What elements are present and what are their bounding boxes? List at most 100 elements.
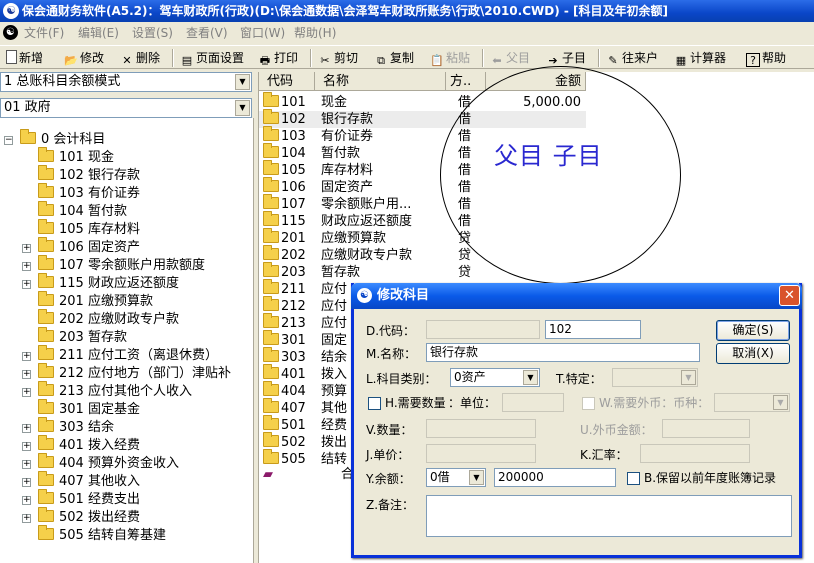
- ok-button[interactable]: 确定(S): [716, 320, 790, 341]
- expand-icon[interactable]: +: [22, 388, 31, 397]
- mode-select[interactable]: 1 总账科目余额模式 ▼: [0, 72, 252, 92]
- menu-file[interactable]: 文件(F): [24, 22, 64, 44]
- title-bar: ☯ 保会通财务软件(A5.2)：驾车财政所(行政)(D:\保会通数据\会泽驾车财…: [0, 0, 814, 22]
- column-header-name[interactable]: 名称: [315, 72, 446, 91]
- folder-icon: [38, 363, 54, 378]
- expand-icon[interactable]: +: [22, 280, 31, 289]
- row-code-text: 203: [281, 265, 306, 280]
- row-name: 结余: [321, 349, 347, 366]
- new-button[interactable]: 新增: [6, 48, 43, 68]
- folder-icon: [38, 201, 54, 216]
- folder-icon: [263, 245, 279, 260]
- chevron-down-icon[interactable]: ▼: [523, 370, 538, 385]
- keep-history-checkbox[interactable]: [627, 472, 640, 485]
- expand-icon[interactable]: +: [22, 478, 31, 487]
- expand-icon[interactable]: +: [22, 496, 31, 505]
- row-name-text: 暂付款: [321, 146, 361, 161]
- tree-item-label: 102 银行存款: [59, 168, 140, 183]
- system-menu-icon[interactable]: ☯: [3, 25, 18, 40]
- row-name-text: 结转: [321, 452, 348, 467]
- folder-icon: [38, 219, 54, 234]
- folder-icon: [263, 415, 279, 430]
- dialog-titlebar: ☯ 修改科目 ✕: [351, 283, 802, 309]
- folder-icon: [263, 347, 279, 362]
- note-field[interactable]: [426, 495, 792, 537]
- folder-icon: [263, 364, 279, 379]
- folder-icon: [263, 211, 279, 226]
- child-button[interactable]: ➔ 子目: [546, 48, 586, 68]
- row-direction-text: 贷: [458, 265, 472, 280]
- row-name: 财政应返还额度: [321, 213, 412, 230]
- collapse-icon[interactable]: −: [4, 136, 13, 145]
- copy-button[interactable]: ⧉ 复制: [374, 48, 414, 68]
- tree-item-label: 107 零余额账户用款额度: [59, 258, 205, 273]
- app-icon: ☯: [3, 3, 19, 19]
- help-button[interactable]: ? 帮助: [746, 48, 786, 68]
- folder-icon: [263, 177, 279, 192]
- row-code-text: 404: [281, 384, 306, 399]
- menu-edit[interactable]: 编辑(E): [78, 22, 119, 44]
- menu-settings[interactable]: 设置(S): [132, 22, 173, 44]
- row-code-text: 103: [281, 129, 306, 144]
- expand-icon[interactable]: +: [22, 262, 31, 271]
- print-button[interactable]: 🖶 打印: [258, 48, 298, 68]
- page-setup-button[interactable]: ▤ 页面设置: [180, 48, 244, 68]
- cut-button[interactable]: ✂ 剪切: [318, 48, 358, 68]
- printer-icon: 🖶: [259, 54, 271, 67]
- type-select[interactable]: 0资产 ▼: [450, 368, 540, 387]
- row-name: 固定资产: [321, 179, 373, 196]
- menu-help[interactable]: 帮助(H): [294, 22, 336, 44]
- copy-icon: ⧉: [377, 54, 385, 67]
- row-code-text: 105: [281, 163, 306, 178]
- menu-view[interactable]: 查看(V): [186, 22, 228, 44]
- expand-icon[interactable]: +: [22, 244, 31, 253]
- cancel-button[interactable]: 取消(X): [716, 343, 790, 364]
- expand-icon[interactable]: +: [22, 460, 31, 469]
- expand-icon[interactable]: +: [22, 424, 31, 433]
- expand-icon[interactable]: +: [22, 514, 31, 523]
- row-name-text: 暂存款: [321, 265, 361, 280]
- account-button[interactable]: ✎ 往来户: [606, 48, 658, 68]
- row-name: 固定: [321, 332, 347, 349]
- folder-icon: [38, 273, 54, 288]
- scissors-icon: ✂: [320, 54, 330, 67]
- row-code-text: 104: [281, 146, 306, 161]
- folder-icon: [38, 435, 54, 450]
- row-name: 银行存款: [321, 111, 373, 128]
- dialog-app-icon: ☯: [357, 288, 372, 303]
- folder-icon: [38, 471, 54, 486]
- row-name-text: 零余额账户用...: [321, 197, 412, 212]
- paste-icon: 📋: [430, 54, 444, 67]
- code-field[interactable]: 102: [545, 320, 641, 339]
- calculator-button[interactable]: ▦ 计算器: [674, 48, 726, 68]
- column-header-code[interactable]: 代码: [259, 72, 315, 91]
- expand-icon[interactable]: +: [22, 352, 31, 361]
- balance-direction-select[interactable]: 0借 ▼: [426, 468, 486, 487]
- toolbar-separator: [482, 49, 484, 67]
- delete-button[interactable]: ✕ 删除: [120, 48, 160, 68]
- folder-icon: [263, 296, 279, 311]
- menu-bar: ☯ 文件(F) 编辑(E) 设置(S) 查看(V) 窗口(W) 帮助(H): [0, 22, 814, 44]
- need-foreign-checkbox[interactable]: [582, 397, 595, 410]
- chevron-down-icon: ▼: [681, 370, 696, 385]
- folder-icon: [38, 381, 54, 396]
- chevron-down-icon[interactable]: ▼: [235, 100, 250, 116]
- tree-item-label: 201 应缴预算款: [59, 294, 153, 309]
- expand-icon[interactable]: +: [22, 370, 31, 379]
- column-header-direction[interactable]: 方..: [446, 72, 486, 91]
- parent-button[interactable]: ⬅ 父目: [490, 48, 530, 68]
- foreign-amount-label: U.外币金额：: [580, 423, 653, 437]
- category-select[interactable]: 01 政府 ▼: [0, 98, 252, 118]
- chevron-down-icon[interactable]: ▼: [235, 74, 250, 90]
- chevron-down-icon[interactable]: ▼: [469, 470, 484, 485]
- name-field[interactable]: 银行存款: [426, 343, 700, 362]
- need-quantity-checkbox[interactable]: [368, 397, 381, 410]
- menu-window[interactable]: 窗口(W): [240, 22, 285, 44]
- paste-button[interactable]: 📋 粘贴: [430, 48, 470, 68]
- close-icon[interactable]: ✕: [779, 285, 800, 306]
- row-name-text: 预算: [321, 384, 348, 399]
- expand-icon[interactable]: +: [22, 442, 31, 451]
- balance-field[interactable]: 200000: [494, 468, 616, 487]
- edit-button[interactable]: 📂 修改: [64, 48, 104, 68]
- row-code-text: 101: [281, 95, 306, 110]
